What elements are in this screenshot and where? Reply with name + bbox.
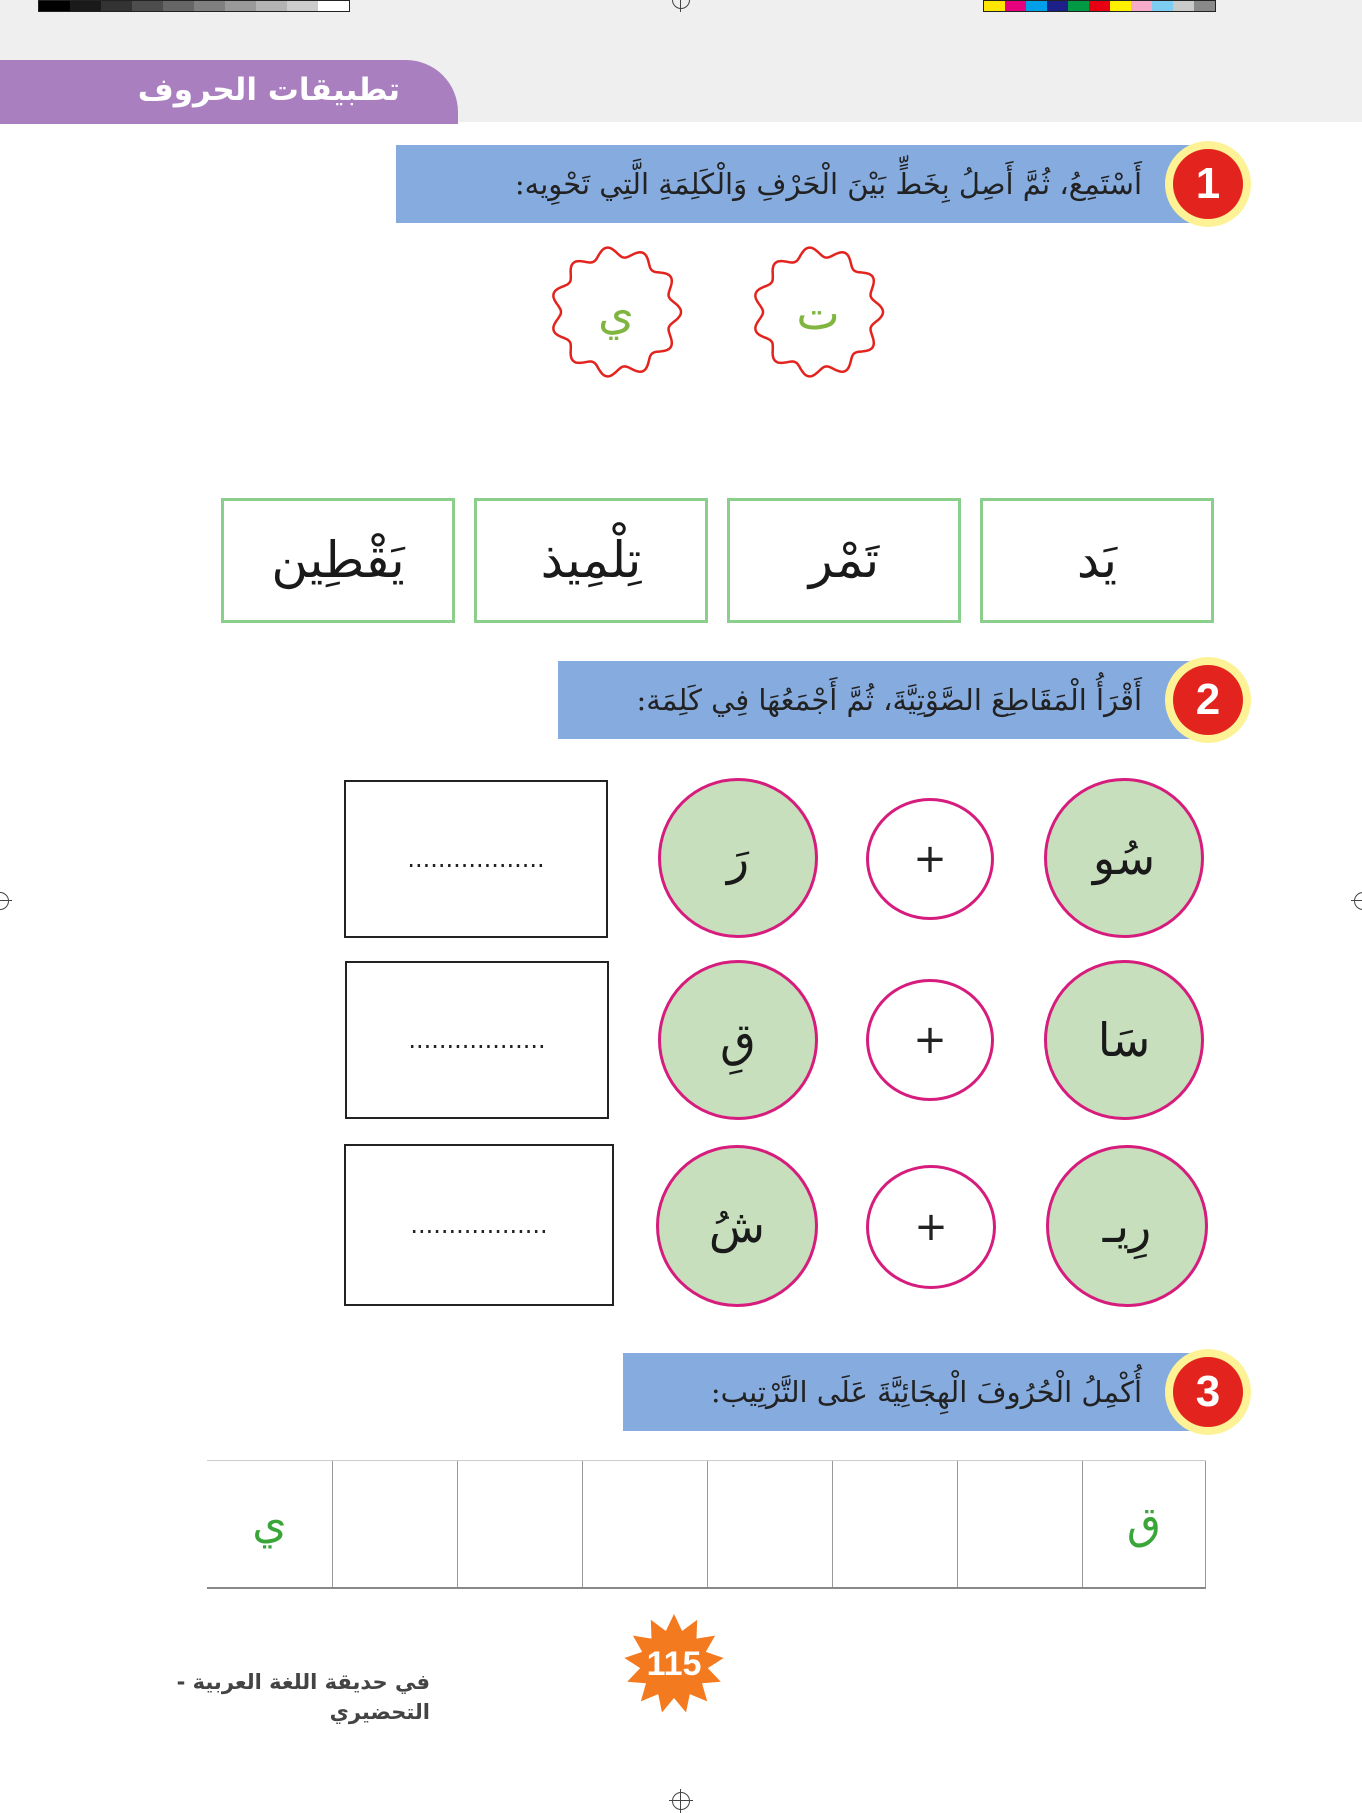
syllable-row3-second: شُ <box>656 1145 818 1307</box>
alphabet-cell-blank[interactable] <box>582 1461 707 1587</box>
syllable-row1-second: رَ <box>658 778 818 938</box>
plus-sign-row2: + <box>866 979 994 1101</box>
exercise-1-number-badge: 1 <box>1165 141 1251 227</box>
syllable-row3-first: رِيـ <box>1046 1145 1208 1307</box>
print-color-bar <box>983 0 1216 12</box>
exercise-2-number-badge: 2 <box>1165 657 1251 743</box>
exercise-3-number-badge: 3 <box>1165 1349 1251 1435</box>
letter-ya[interactable]: ي <box>546 278 686 348</box>
plus-sign-row3: + <box>866 1165 996 1289</box>
registration-mark-bottom <box>669 1789 693 1813</box>
letter-ta[interactable]: ت <box>748 278 888 348</box>
alphabet-cell-last: ي <box>252 1498 287 1549</box>
word-box-tamr[interactable]: تَمْر <box>727 498 961 623</box>
section-title: تطبيقات الحروف <box>137 72 400 108</box>
exercise-2-number: 2 <box>1173 665 1243 735</box>
alphabet-row: ي ق <box>207 1460 1206 1589</box>
page-number: 115 <box>646 1645 702 1683</box>
syllable-row2-second: قِ <box>658 960 818 1120</box>
alphabet-cell-blank[interactable] <box>832 1461 957 1587</box>
answer-box-row1[interactable]: .................. <box>344 780 608 938</box>
answer-box-row2[interactable]: .................. <box>345 961 609 1119</box>
answer-box-row3[interactable]: .................. <box>344 1144 614 1306</box>
alphabet-cell-blank[interactable] <box>707 1461 832 1587</box>
registration-mark-left <box>0 892 12 910</box>
exercise-3-number: 3 <box>1173 1357 1243 1427</box>
word-box-yaqtin[interactable]: يَقْطِين <box>221 498 455 623</box>
alphabet-cell-blank[interactable] <box>332 1461 457 1587</box>
exercise-2-instruction: أَقْرَأُ الْمَقَاطِعَ الصَّوْتِيَّةَ، ثُ… <box>558 661 1202 739</box>
exercise-3-instruction: أُكْمِلُ الْحُرُوفَ الْهِجَائِيَّةَ عَلَ… <box>623 1353 1202 1431</box>
syllable-row2-first: سَا <box>1044 960 1204 1120</box>
alphabet-cell-blank[interactable] <box>457 1461 582 1587</box>
exercise-1-number: 1 <box>1173 149 1243 219</box>
exercise-1-instruction: أَسْتَمِعُ، ثُمَّ أَصِلُ بِخَطٍّ بَيْنَ … <box>396 145 1202 223</box>
book-title-footer: في حديقة اللغة العربية - التحضيري <box>176 1670 430 1724</box>
word-box-yad[interactable]: يَد <box>980 498 1214 623</box>
print-grayscale-bar <box>38 0 350 12</box>
alphabet-cell-blank[interactable] <box>957 1461 1082 1587</box>
registration-mark-right <box>1351 892 1362 910</box>
plus-sign-row1: + <box>866 798 994 920</box>
word-box-tilmith[interactable]: تِلْمِيذ <box>474 498 708 623</box>
syllable-row1-first: سُو <box>1044 778 1204 938</box>
alphabet-cell-first: ق <box>1082 1461 1206 1587</box>
